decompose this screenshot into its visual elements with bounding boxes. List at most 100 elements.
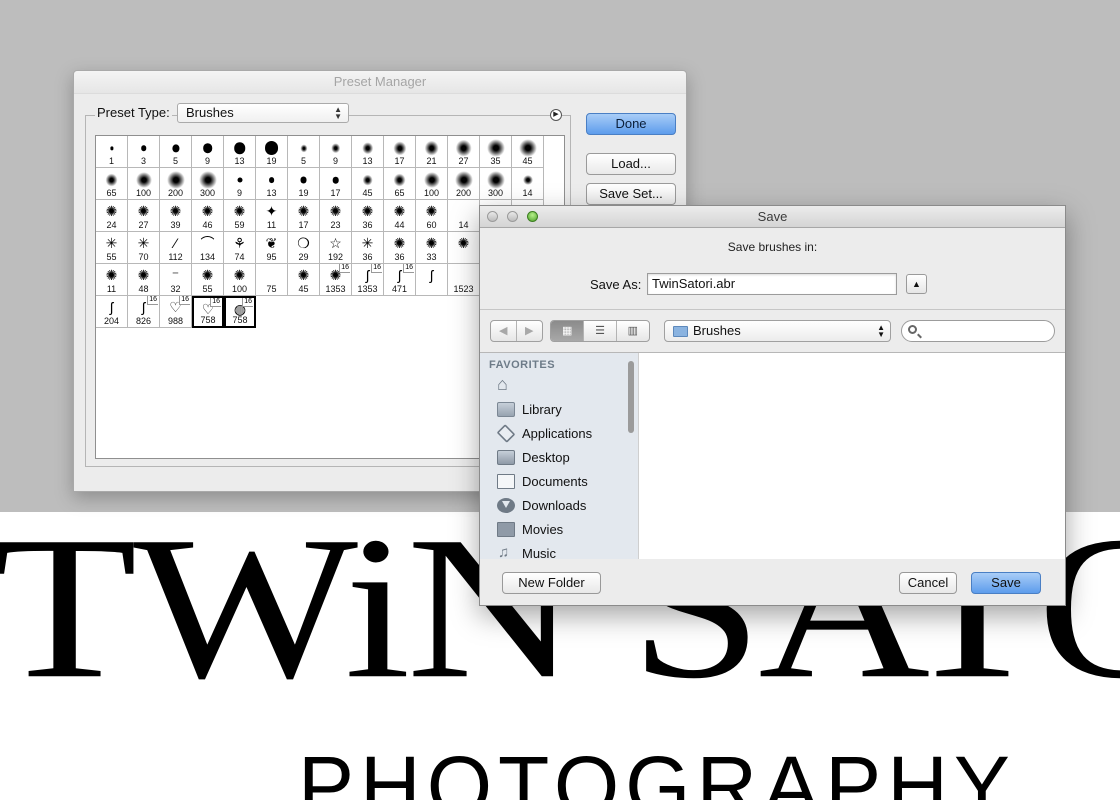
brush-preset-cell[interactable]: 65 xyxy=(96,168,128,200)
new-folder-button[interactable]: New Folder xyxy=(502,572,601,594)
file-browser-pane[interactable] xyxy=(638,353,1065,559)
column-view-icon[interactable]: ▥ xyxy=(617,321,649,341)
brush-preset-cell[interactable]: ʃ 16 826 xyxy=(128,296,160,328)
scrollbar-thumb[interactable] xyxy=(628,361,634,433)
brush-preset-cell[interactable]: 5 xyxy=(160,136,192,168)
brush-preset-cell[interactable]: 19 xyxy=(256,136,288,168)
sidebar-item-movies[interactable]: Movies xyxy=(497,519,563,539)
brush-preset-cell[interactable]: ⚘ 74 xyxy=(224,232,256,264)
brush-preset-cell[interactable]: ✺ 60 xyxy=(416,200,448,232)
sidebar-item-home[interactable] xyxy=(497,374,522,395)
brush-preset-cell[interactable]: 300 xyxy=(192,168,224,200)
brush-preset-cell[interactable]: 3 xyxy=(128,136,160,168)
brush-preset-cell[interactable]: 9 xyxy=(320,136,352,168)
brush-preset-cell[interactable]: 17 xyxy=(320,168,352,200)
brush-preset-cell[interactable]: 13 xyxy=(352,136,384,168)
save-button[interactable]: Save xyxy=(971,572,1041,594)
location-select[interactable]: Brushes ▲ ▼ xyxy=(664,320,891,342)
brush-preset-cell[interactable]: 75 xyxy=(256,264,288,296)
brush-preset-cell[interactable]: 300 xyxy=(480,168,512,200)
brush-preset-cell[interactable]: ✺ 24 xyxy=(96,200,128,232)
brush-preset-cell[interactable]: 1 xyxy=(96,136,128,168)
brush-preset-cell[interactable]: 14 xyxy=(512,168,544,200)
sidebar-item-downloads[interactable]: Downloads xyxy=(497,495,586,515)
load-button[interactable]: Load... xyxy=(586,153,676,175)
brush-preset-cell[interactable]: 9 xyxy=(192,136,224,168)
brush-preset-cell[interactable]: ✳ 70 xyxy=(128,232,160,264)
list-view-icon[interactable]: ☰ xyxy=(584,321,617,341)
brush-preset-cell[interactable]: ⁻ 32 xyxy=(160,264,192,296)
brush-preset-cell[interactable]: ✳ 36 xyxy=(352,232,384,264)
brush-preset-cell[interactable]: ❦ 95 xyxy=(256,232,288,264)
brush-preset-cell[interactable]: 21 xyxy=(416,136,448,168)
brush-preset-cell[interactable]: ✦ 11 xyxy=(256,200,288,232)
brush-preset-cell[interactable]: 45 xyxy=(352,168,384,200)
brush-preset-cell[interactable]: 14 xyxy=(448,200,480,232)
sidebar-item-music[interactable]: Music xyxy=(497,543,556,560)
brush-preset-cell[interactable]: ☆ 192 xyxy=(320,232,352,264)
brush-preset-cell[interactable]: 19 xyxy=(288,168,320,200)
brush-preset-cell[interactable]: 65 xyxy=(384,168,416,200)
brush-preset-cell[interactable]: ❍ 29 xyxy=(288,232,320,264)
brush-preset-cell[interactable]: 45 xyxy=(512,136,544,168)
brush-preset-cell[interactable]: ✺ xyxy=(448,232,480,264)
brush-preset-cell[interactable]: ✺ 36 xyxy=(352,200,384,232)
brush-preset-cell[interactable]: ✺ 48 xyxy=(128,264,160,296)
brush-preset-cell[interactable]: 1523 xyxy=(448,264,480,296)
sidebar-item-library[interactable]: Library xyxy=(497,399,562,419)
brush-preset-cell[interactable]: 100 xyxy=(128,168,160,200)
save-as-field[interactable]: TwinSatori.abr xyxy=(647,273,897,295)
save-set-button[interactable]: Save Set... xyxy=(586,183,676,205)
brush-preset-cell[interactable]: 27 xyxy=(448,136,480,168)
brush-preset-cell[interactable]: ✺ 17 xyxy=(288,200,320,232)
sidebar-scrollbar[interactable] xyxy=(626,358,635,558)
brush-preset-cell[interactable]: ʃ 16 471 xyxy=(384,264,416,296)
forward-arrow-icon[interactable]: ▶ xyxy=(517,321,542,341)
brush-preset-cell[interactable]: ✺ 23 xyxy=(320,200,352,232)
done-button[interactable]: Done xyxy=(586,113,676,135)
brush-preset-cell[interactable]: 35 xyxy=(480,136,512,168)
flyout-menu-icon[interactable]: ▶ xyxy=(550,109,562,121)
brush-preset-cell[interactable]: ✺ 55 xyxy=(192,264,224,296)
cancel-button[interactable]: Cancel xyxy=(899,572,957,594)
brush-preset-cell[interactable]: ✺ 27 xyxy=(128,200,160,232)
brush-preset-cell[interactable]: ✺ 36 xyxy=(384,232,416,264)
brush-preset-cell[interactable]: ʃ 16 1353 xyxy=(352,264,384,296)
brush-preset-cell[interactable]: ✺ 39 xyxy=(160,200,192,232)
minimize-window-icon[interactable] xyxy=(507,211,518,222)
brush-preset-cell[interactable]: 17 xyxy=(384,136,416,168)
close-window-icon[interactable] xyxy=(487,211,498,222)
preset-type-select[interactable]: Brushes ▲ ▼ xyxy=(177,103,349,123)
brush-preset-cell[interactable]: 200 xyxy=(448,168,480,200)
brush-preset-cell[interactable]: 100 xyxy=(416,168,448,200)
back-arrow-icon[interactable]: ◀ xyxy=(491,321,517,341)
brush-preset-cell[interactable]: 9 xyxy=(224,168,256,200)
brush-preset-cell[interactable]: ✺ 100 xyxy=(224,264,256,296)
brush-preset-cell[interactable]: ✺ 44 xyxy=(384,200,416,232)
brush-preset-cell[interactable]: ♡ 16 758 xyxy=(192,296,224,328)
brush-preset-cell[interactable]: ⌒ 134 xyxy=(192,232,224,264)
brush-preset-cell[interactable]: ʃ xyxy=(416,264,448,296)
brush-preset-cell[interactable]: ✳ 55 xyxy=(96,232,128,264)
brush-preset-cell[interactable]: ♡ 16 988 xyxy=(160,296,192,328)
search-field[interactable] xyxy=(901,320,1055,342)
brush-preset-cell[interactable]: ◍ 16 758 xyxy=(224,296,256,328)
brush-preset-cell[interactable]: ✺ 16 1353 xyxy=(320,264,352,296)
icon-view-icon[interactable]: ▦ xyxy=(551,321,585,341)
brush-preset-cell[interactable]: ✺ 59 xyxy=(224,200,256,232)
collapse-dialog-button[interactable]: ▲ xyxy=(906,274,927,294)
brush-preset-cell[interactable]: ✺ 33 xyxy=(416,232,448,264)
brush-preset-cell[interactable]: ✺ 11 xyxy=(96,264,128,296)
brush-preset-cell[interactable]: ✺ 45 xyxy=(288,264,320,296)
sidebar-item-documents[interactable]: Documents xyxy=(497,471,588,491)
zoom-window-icon[interactable] xyxy=(527,211,538,222)
brush-preset-cell[interactable]: 13 xyxy=(256,168,288,200)
brush-preset-cell[interactable]: 200 xyxy=(160,168,192,200)
brush-preset-cell[interactable]: 5 xyxy=(288,136,320,168)
sidebar-item-applications[interactable]: Applications xyxy=(496,423,592,443)
brush-preset-cell[interactable]: 13 xyxy=(224,136,256,168)
brush-preset-cell[interactable]: ✺ 46 xyxy=(192,200,224,232)
brush-preset-cell[interactable]: ⁄ 112 xyxy=(160,232,192,264)
brush-preset-cell[interactable]: ʃ 204 xyxy=(96,296,128,328)
sidebar-item-desktop[interactable]: Desktop xyxy=(497,447,570,467)
